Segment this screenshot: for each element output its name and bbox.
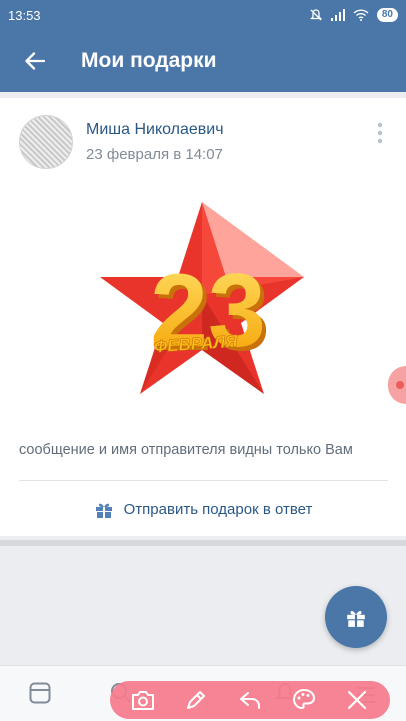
back-button[interactable]	[0, 30, 70, 92]
wifi-icon	[353, 9, 369, 21]
page-title: Мои подарки	[81, 49, 217, 72]
sender-avatar[interactable]	[19, 115, 73, 169]
privacy-note: сообщение и имя отправителя видны только…	[19, 442, 353, 458]
more-options-icon[interactable]	[376, 122, 384, 144]
send-gift-reply-button[interactable]: Отправить подарок в ответ	[0, 494, 406, 524]
gift-icon	[347, 611, 365, 627]
app-bar: Мои подарки	[0, 30, 406, 92]
battery-indicator: 80	[376, 8, 398, 22]
gift-date: 23 февраля в 14:07	[86, 146, 223, 163]
status-icons: 80	[309, 8, 398, 22]
gift-card: Миша Николаевич 23 февраля в 14:07 23 23…	[0, 98, 406, 536]
undo-button[interactable]	[237, 687, 263, 713]
pen-button[interactable]	[183, 687, 209, 713]
mute-icon	[309, 9, 322, 21]
divider	[19, 480, 388, 481]
signal-icon	[330, 9, 345, 21]
gift-image: 23 23 ФЕВРАЛЯ	[100, 202, 304, 394]
pen-icon	[187, 691, 206, 709]
gift-icon	[95, 503, 112, 518]
close-button[interactable]	[344, 687, 370, 713]
palette-icon	[292, 688, 315, 710]
status-bar: 13:53 80	[0, 0, 406, 30]
send-gift-fab[interactable]	[325, 586, 387, 648]
send-gift-reply-label: Отправить подарок в ответ	[123, 500, 313, 518]
palette-button[interactable]	[291, 687, 317, 713]
status-time: 13:53	[8, 7, 41, 23]
close-icon	[348, 690, 367, 710]
newsfeed-icon[interactable]	[29, 682, 51, 704]
sender-name[interactable]: Миша Николаевич	[86, 121, 224, 139]
screenshot-toolbar	[110, 681, 390, 719]
camera-button[interactable]	[130, 687, 156, 713]
arrow-left-icon	[25, 52, 45, 70]
camera-icon	[131, 691, 154, 710]
card-shadow	[0, 540, 406, 546]
undo-icon	[239, 692, 260, 709]
